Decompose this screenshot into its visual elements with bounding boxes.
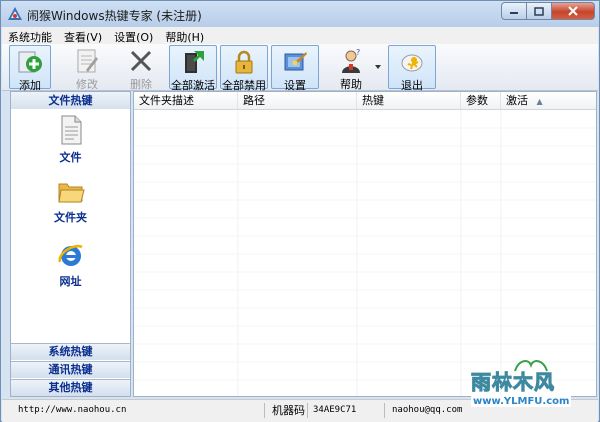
- help-dropdown-arrow[interactable]: [372, 45, 384, 89]
- status-divider: [384, 403, 385, 418]
- chevron-down-icon: [375, 65, 381, 69]
- column-header-hotkey[interactable]: 热键: [357, 92, 461, 109]
- column-header-active-label: 激活: [506, 94, 528, 107]
- menu-help[interactable]: 帮助(H): [159, 27, 210, 44]
- add-icon: [18, 51, 42, 73]
- settings-icon: [284, 52, 307, 71]
- sidebar-item-url[interactable]: 网址: [11, 241, 130, 289]
- menu-view[interactable]: 查看(V): [58, 27, 108, 44]
- list-grid: [134, 110, 596, 396]
- minimize-icon: [510, 12, 518, 14]
- menu-bar: 系统功能 查看(V) 设置(O) 帮助(H): [2, 27, 598, 44]
- settings-button[interactable]: 设置: [271, 45, 319, 92]
- window-controls: [501, 2, 595, 21]
- minimize-button[interactable]: [501, 2, 527, 20]
- help-person-icon: ?: [342, 48, 360, 73]
- sidebar-section-other-hotkeys[interactable]: 其他热键: [11, 379, 130, 396]
- sidebar-section-system-hotkeys[interactable]: 系统热键: [11, 343, 130, 360]
- ie-icon: [58, 244, 83, 266]
- disable-all-button[interactable]: 全部禁用: [220, 45, 268, 92]
- edit-button[interactable]: 修改: [66, 45, 108, 91]
- watermark-url: www.YLMFU.com: [471, 396, 572, 407]
- add-button[interactable]: 添加: [9, 45, 51, 92]
- column-header-active[interactable]: 激活 ▲: [501, 92, 596, 109]
- app-logo-icon: [8, 7, 22, 20]
- title-bar[interactable]: 闹猴Windows热键专家 (未注册): [1, 1, 599, 27]
- status-divider: [307, 403, 308, 418]
- list-header: 文件夹描述 路径 热键 参数 激活 ▲: [134, 92, 596, 110]
- app-window: 闹猴Windows热键专家 (未注册) 系统功能 查看(V) 设置(O) 帮助(…: [0, 0, 600, 422]
- maximize-button[interactable]: [527, 2, 552, 20]
- sidebar-item-file[interactable]: 文件: [11, 115, 130, 165]
- close-button[interactable]: [552, 2, 595, 20]
- column-header-params[interactable]: 参数: [461, 92, 501, 109]
- window-title: 闹猴Windows热键专家 (未注册): [27, 9, 202, 23]
- delete-button[interactable]: 删除: [120, 45, 162, 91]
- status-email: naohou@qq.com: [392, 405, 463, 415]
- menu-system[interactable]: 系统功能: [2, 27, 58, 44]
- sidebar-item-folder[interactable]: 文件夹: [11, 179, 130, 225]
- menu-settings[interactable]: 设置(O): [108, 27, 159, 44]
- delete-icon: [130, 50, 152, 72]
- lock-icon: [235, 50, 253, 74]
- help-button[interactable]: ? 帮助: [334, 45, 368, 91]
- column-header-path[interactable]: 路径: [238, 92, 357, 109]
- status-machine-label: 机器码: [272, 404, 305, 417]
- column-header-description[interactable]: 文件夹描述: [134, 92, 238, 109]
- status-divider: [264, 403, 265, 418]
- category-sidebar: 文件热键 文件 文件夹 网址 系统热键 通讯热键 其他热键: [10, 91, 131, 397]
- status-url: http://www.naohou.cn: [18, 405, 127, 415]
- exit-button[interactable]: 退出: [388, 45, 436, 92]
- edit-icon: [77, 49, 98, 73]
- activate-all-button[interactable]: 全部激活: [169, 45, 217, 92]
- sidebar-section-comm-hotkeys[interactable]: 通讯热键: [11, 361, 130, 378]
- toolbar: 添加 修改 删除 全部激活 全部禁用 设置 ? 帮助 退出: [2, 44, 598, 92]
- close-icon: [568, 6, 578, 16]
- hotkey-list[interactable]: 文件夹描述 路径 热键 参数 激活 ▲: [133, 91, 597, 397]
- sidebar-body: 文件 文件夹 网址: [11, 109, 130, 343]
- document-icon: [61, 115, 81, 145]
- status-machine-code: 34AE9C71: [313, 405, 357, 415]
- sort-ascending-icon: ▲: [536, 97, 543, 106]
- maximize-icon: [534, 6, 544, 16]
- watermark-text: 雨林木风: [471, 370, 555, 395]
- svg-text:?: ?: [356, 48, 360, 57]
- activate-all-icon: [185, 51, 204, 73]
- exit-icon: [401, 54, 423, 72]
- folder-icon: [57, 183, 85, 203]
- sidebar-header-file-hotkeys[interactable]: 文件热键: [11, 92, 130, 110]
- watermark-logo: 雨林木风 www.YLMFU.com: [463, 357, 595, 417]
